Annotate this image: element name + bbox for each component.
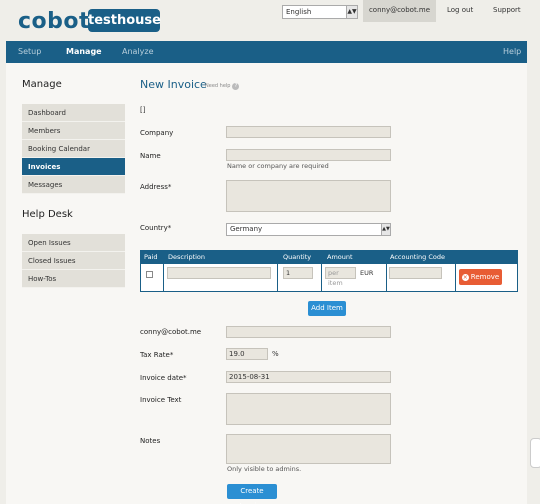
name-hint: Name or company are required [227, 162, 329, 170]
page-title: New Invoice [140, 78, 207, 91]
language-select[interactable]: English ▲▼ [282, 5, 358, 19]
sidebar-item-messages[interactable]: Messages [22, 176, 125, 194]
remove-item-button[interactable]: × Remove [459, 269, 502, 285]
company-input[interactable] [226, 126, 391, 138]
col-accounting-code: Accounting Code [390, 253, 446, 261]
sidebar-item-dashboard[interactable]: Dashboard [22, 104, 125, 122]
chevron-down-icon: ▲▼ [381, 224, 390, 235]
create-invoice-button[interactable]: Create Invoice [227, 484, 277, 504]
need-help-label: Need help [205, 83, 231, 89]
sidebar-helpdesk-list: Open Issues Closed Issues How-Tos [22, 234, 125, 288]
name-label: Name [140, 152, 161, 160]
paid-checkbox[interactable] [146, 271, 153, 278]
language-select-value: English [286, 8, 312, 16]
remove-icon: × [461, 274, 469, 281]
logout-link[interactable]: Log out [447, 0, 473, 20]
address-textarea[interactable] [226, 180, 391, 212]
user-email-menu[interactable]: conny@cobot.me [363, 0, 436, 22]
tax-rate-unit: % [272, 350, 279, 358]
description-input[interactable] [167, 267, 271, 279]
column-divider [321, 264, 322, 291]
sidebar-item-closed-issues[interactable]: Closed Issues [22, 252, 125, 270]
col-description: Description [168, 253, 206, 261]
email-label: conny@cobot.me [140, 328, 202, 336]
currency-label: EUR [360, 269, 374, 277]
question-icon: ? [232, 83, 240, 90]
items-table-header: Paid Description Quantity Amount Account… [141, 251, 517, 264]
email-input[interactable] [226, 326, 391, 338]
sidebar-manage-heading: Manage [22, 79, 62, 90]
sidebar-helpdesk-heading: Help Desk [22, 209, 73, 220]
country-select[interactable]: Germany ▲▼ [226, 223, 391, 236]
nav-manage[interactable]: Manage [66, 41, 102, 63]
col-paid: Paid [144, 253, 158, 261]
nav-help[interactable]: Help [503, 41, 521, 63]
remove-label: Remove [470, 273, 500, 281]
address-label: Address* [140, 183, 172, 191]
support-link[interactable]: Support [493, 0, 521, 20]
main-navbar: Setup Manage Analyze Help [6, 41, 527, 63]
invoice-text-textarea[interactable] [226, 393, 391, 425]
company-label: Company [140, 129, 174, 137]
tax-rate-input[interactable]: 19.0 [226, 348, 268, 360]
sidebar-item-invoices[interactable]: Invoices [22, 158, 125, 176]
space-name-badge[interactable]: testhouse [88, 9, 161, 32]
amount-input[interactable]: per item [325, 267, 356, 287]
column-divider [455, 264, 456, 291]
sidebar-item-booking-calendar[interactable]: Booking Calendar [22, 140, 125, 158]
col-quantity: Quantity [283, 253, 312, 261]
country-label: Country* [140, 224, 172, 232]
country-select-value: Germany [230, 225, 263, 233]
invoice-date-label: Invoice date* [140, 374, 187, 382]
need-help-link[interactable]: Need help? [205, 83, 240, 90]
sidebar-item-how-tos[interactable]: How-Tos [22, 270, 125, 288]
invoice-text-label: Invoice Text [140, 396, 182, 404]
accounting-code-input[interactable] [389, 267, 442, 279]
sidebar-item-open-issues[interactable]: Open Issues [22, 234, 125, 252]
nav-setup[interactable]: Setup [18, 41, 41, 63]
invoice-items-table: Paid Description Quantity Amount Account… [140, 250, 518, 292]
feedback-tab[interactable] [530, 438, 540, 468]
notes-label: Notes [140, 437, 161, 445]
name-input[interactable] [226, 149, 391, 161]
nav-analyze[interactable]: Analyze [122, 41, 154, 63]
sidebar-manage-list: Dashboard Members Booking Calendar Invoi… [22, 104, 125, 194]
tax-rate-label: Tax Rate* [140, 351, 174, 359]
notes-hint: Only visible to admins. [227, 465, 302, 473]
notes-textarea[interactable] [226, 434, 391, 464]
column-divider [386, 264, 387, 291]
bracket-text: [] [140, 106, 146, 114]
column-divider [163, 264, 164, 291]
col-amount: Amount [327, 253, 353, 261]
sidebar-item-members[interactable]: Members [22, 122, 125, 140]
chevron-down-icon: ▲▼ [346, 6, 357, 18]
column-divider [277, 264, 278, 291]
quantity-input[interactable]: 1 [283, 267, 313, 279]
cobot-logo[interactable]: cobot [18, 9, 90, 34]
add-item-button[interactable]: Add Item [308, 301, 346, 316]
invoice-date-input[interactable]: 2015-08-31 [226, 371, 391, 383]
